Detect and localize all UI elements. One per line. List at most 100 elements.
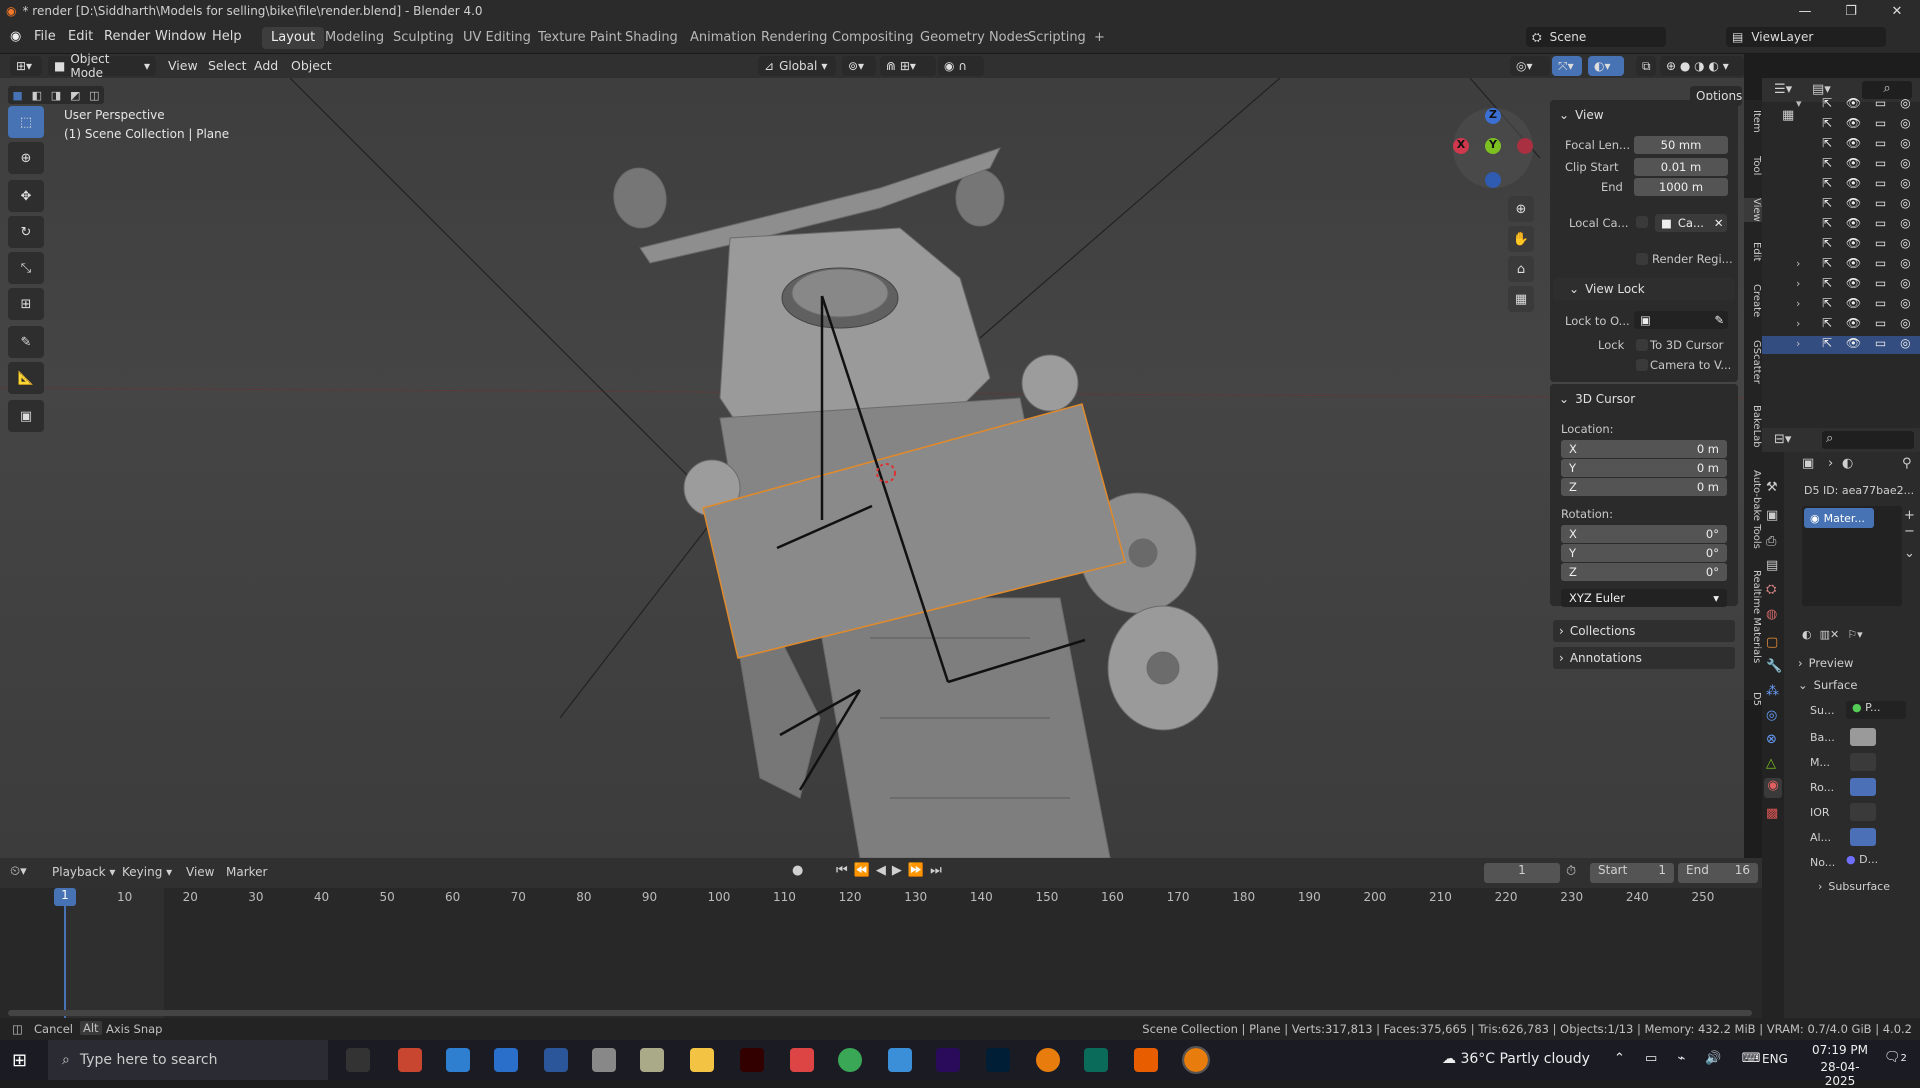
tab-scripting[interactable]: Scripting: [1019, 27, 1095, 49]
perspective-grid-icon[interactable]: ▦: [1508, 286, 1534, 312]
current-frame-field[interactable]: 1: [1484, 863, 1560, 883]
outliner-display-mode-icon[interactable]: ▤▾: [1812, 82, 1831, 97]
menu-file[interactable]: File: [34, 29, 56, 44]
material-selector[interactable]: ◐ ▥✕ ⚐▾: [1802, 625, 1914, 643]
viewport-menu-object[interactable]: Object: [291, 58, 332, 73]
taskbar-search-box[interactable]: ⌕ Type here to search: [48, 1040, 328, 1080]
playhead[interactable]: [64, 890, 66, 1018]
select-box-icon[interactable]: ⬚: [8, 106, 44, 138]
viewport-menu-view[interactable]: View: [168, 58, 198, 73]
camera-view-icon[interactable]: ⌂: [1508, 256, 1534, 282]
visibility-icon[interactable]: ◎▾: [1510, 56, 1550, 76]
cursor-rotation-x-field[interactable]: X 0°: [1561, 525, 1727, 543]
tab-edit[interactable]: Edit: [1744, 242, 1762, 261]
view-lock-section-header[interactable]: ⌄ View Lock: [1553, 278, 1735, 300]
pin-icon[interactable]: ⚲: [1902, 456, 1912, 471]
add-slot-icon[interactable]: +: [1904, 508, 1915, 523]
clock-date[interactable]: 28-04-2025: [1808, 1060, 1872, 1088]
camera-to-view-checkbox[interactable]: [1636, 359, 1648, 371]
remove-slot-icon[interactable]: −: [1904, 524, 1915, 539]
tab-create[interactable]: Create: [1744, 284, 1762, 317]
node-icon[interactable]: ⚐▾: [1847, 628, 1862, 641]
stopwatch-icon[interactable]: ⏱: [1566, 864, 1576, 879]
timeline-menu-keying[interactable]: Keying ▾: [122, 865, 172, 879]
metallic-field[interactable]: [1850, 753, 1876, 771]
app-icon-4[interactable]: [790, 1048, 814, 1072]
end-frame-field[interactable]: End 16: [1678, 863, 1758, 883]
add-cube-icon[interactable]: ▣: [8, 400, 44, 432]
cursor-rotation-y-field[interactable]: Y 0°: [1561, 544, 1727, 562]
scene-properties-icon[interactable]: ⛭: [1766, 582, 1776, 597]
outliner-row[interactable]: ▾ ⇱ 👁 ▭ ◎: [1762, 96, 1920, 114]
shading-mode-buttons[interactable]: ⊕ ● ◑ ◐ ▾: [1660, 56, 1744, 76]
data-properties-icon[interactable]: △: [1766, 756, 1776, 771]
constraints-icon[interactable]: ⊗: [1766, 732, 1777, 747]
minimize-button[interactable]: —: [1782, 0, 1828, 22]
outliner-row[interactable]: ⇱ 👁 ▭ ◎: [1762, 156, 1920, 174]
world-properties-icon[interactable]: ◍: [1766, 607, 1777, 622]
material-slot-item[interactable]: ◉ Mater...: [1804, 508, 1874, 528]
tab-realtime-materials[interactable]: Realtime Materials: [1744, 570, 1762, 663]
gizmo-toggle-icon[interactable]: ⤧▾: [1552, 56, 1582, 76]
subsurface-panel-header[interactable]: › Subsurface: [1818, 880, 1918, 893]
powerpoint-icon[interactable]: [398, 1048, 422, 1072]
measure-icon[interactable]: 📐: [8, 362, 44, 394]
annotate-icon[interactable]: ✎: [8, 326, 44, 358]
cursor-location-z-field[interactable]: Z0 m: [1561, 478, 1727, 496]
task-view-icon[interactable]: [346, 1048, 370, 1072]
browse-material-icon[interactable]: ▥✕: [1820, 628, 1840, 641]
timeline-menu-view[interactable]: View: [186, 865, 214, 879]
outliner-row[interactable]: › ⇱ 👁 ▭ ◎: [1762, 296, 1920, 314]
vlc-icon[interactable]: [1134, 1048, 1158, 1072]
physics-icon[interactable]: ◎: [1766, 708, 1777, 723]
tab-bakelab[interactable]: BakeLab: [1744, 405, 1762, 448]
tab-auto-bake-tools[interactable]: Auto-bake Tools: [1744, 470, 1762, 549]
scale-icon[interactable]: ⤡: [8, 252, 44, 284]
eyedropper-icon[interactable]: ✎: [1714, 313, 1724, 327]
clip-end-field[interactable]: 1000 m: [1634, 178, 1728, 196]
gizmo-y-axis[interactable]: Y: [1485, 138, 1501, 154]
system-tray-icons[interactable]: ⌃ ▭ ⌁ 🔊 ⌨: [1614, 1051, 1768, 1066]
local-camera-checkbox[interactable]: [1636, 216, 1648, 228]
windows-start-icon[interactable]: ⊞: [12, 1050, 27, 1071]
transform-icon[interactable]: ⊞: [8, 288, 44, 320]
outliner-row[interactable]: › ⇱ 👁 ▭ ◎: [1762, 336, 1920, 354]
tab-gscatter[interactable]: GScatter: [1744, 340, 1762, 384]
timeline-ruler[interactable]: 1102030405060708090100110120130140150160…: [0, 888, 1762, 908]
select-new-icon[interactable]: ■: [12, 89, 22, 102]
annotations-section-header[interactable]: › Annotations: [1553, 647, 1735, 669]
tool-properties-icon[interactable]: ⚒: [1766, 480, 1778, 495]
object-properties-icon[interactable]: ▢: [1766, 635, 1778, 650]
pan-hand-icon[interactable]: ✋: [1508, 226, 1534, 252]
app-icon-2[interactable]: [592, 1048, 616, 1072]
outliner-row[interactable]: ⇱ 👁 ▭ ◎: [1762, 116, 1920, 134]
render-properties-icon[interactable]: ▣: [1766, 508, 1778, 523]
navigation-gizmo[interactable]: Z X Y: [1453, 108, 1533, 188]
preview-panel-header[interactable]: › Preview: [1798, 656, 1916, 676]
focal-length-field[interactable]: 50 mm: [1634, 136, 1728, 154]
clear-icon[interactable]: ✕: [1714, 216, 1724, 230]
render-region-checkbox[interactable]: [1636, 253, 1648, 265]
tab-item[interactable]: Item: [1744, 110, 1762, 133]
outliner-row[interactable]: ⇱ 👁 ▭ ◎: [1762, 136, 1920, 154]
maximize-button[interactable]: ❐: [1828, 0, 1874, 22]
cursor-location-x-field[interactable]: X0 m: [1561, 440, 1727, 458]
language-indicator[interactable]: ENG: [1762, 1052, 1788, 1066]
outliner-row[interactable]: ⇱ 👁 ▭ ◎: [1762, 216, 1920, 234]
menu-edit[interactable]: Edit: [68, 29, 93, 44]
weather-widget[interactable]: ☁ 36°C Partly cloudy: [1442, 1051, 1590, 1067]
vectorworks-icon[interactable]: [1084, 1048, 1108, 1072]
outliner-row[interactable]: › ⇱ 👁 ▭ ◎: [1762, 316, 1920, 334]
outliner-row[interactable]: › ⇱ 👁 ▭ ◎: [1762, 276, 1920, 294]
outliner-row[interactable]: ⇱ 👁 ▭ ◎: [1762, 176, 1920, 194]
menu-window[interactable]: Window: [155, 29, 206, 44]
collections-section-header[interactable]: › Collections: [1553, 620, 1735, 642]
scene-selector[interactable]: ⛭ Scene: [1526, 27, 1666, 47]
view-layer-icon[interactable]: ▤: [1766, 558, 1778, 573]
view-layer-selector[interactable]: ▤ ViewLayer: [1726, 27, 1886, 47]
base-color-swatch[interactable]: [1850, 728, 1876, 746]
tab-uv-editing[interactable]: UV Editing: [454, 27, 540, 49]
surface-shader-field[interactable]: ● P...: [1846, 701, 1906, 719]
tab-d5[interactable]: D5: [1744, 692, 1762, 706]
timeline-editor-icon[interactable]: ⏲▾: [10, 864, 27, 879]
